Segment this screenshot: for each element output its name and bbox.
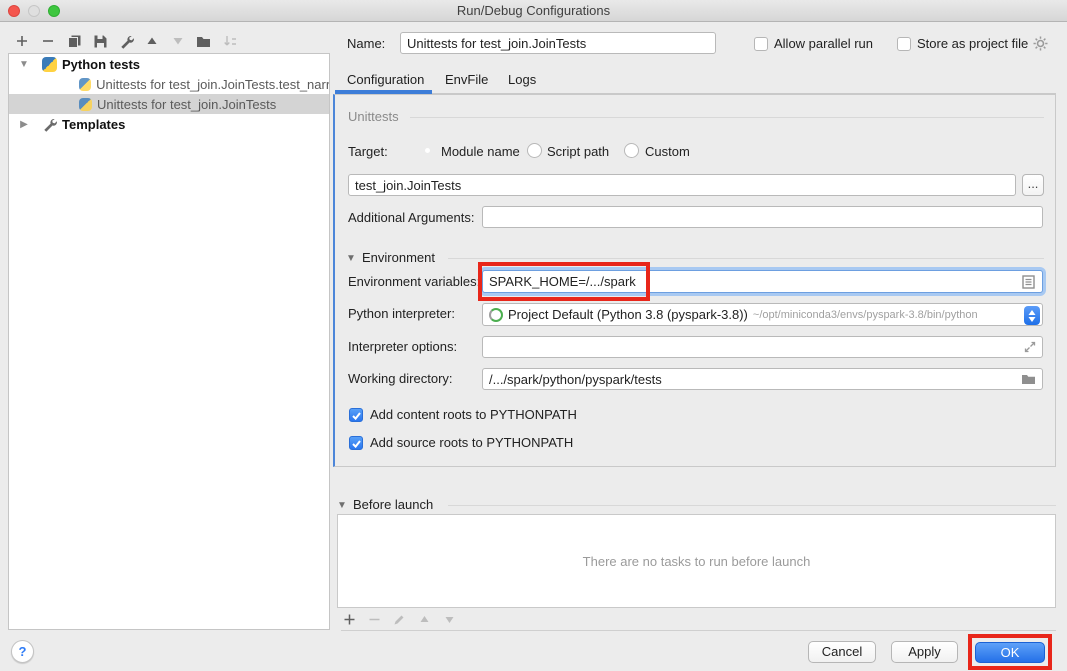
name-input[interactable] bbox=[400, 32, 716, 54]
templates-wrench-icon bbox=[42, 117, 57, 132]
python-tests-icon bbox=[42, 57, 57, 72]
sort-configurations-icon bbox=[222, 33, 238, 49]
expand-field-icon[interactable] bbox=[1024, 341, 1036, 353]
edit-variables-icon[interactable] bbox=[1022, 275, 1035, 289]
before-launch-collapse-icon[interactable]: ▼ bbox=[337, 500, 347, 511]
add-content-roots-label[interactable]: Add content roots to PYTHONPATH bbox=[370, 407, 577, 422]
save-configuration-icon[interactable] bbox=[92, 33, 108, 49]
tree-item-python-tests[interactable]: ▼ Python tests bbox=[9, 54, 329, 74]
additional-arguments-label: Additional Arguments: bbox=[348, 210, 474, 225]
target-label: Target: bbox=[348, 144, 388, 159]
empty-task-list-text: There are no tasks to run before launch bbox=[583, 554, 811, 569]
move-task-down-icon bbox=[441, 612, 457, 628]
environment-section-title: Environment bbox=[362, 250, 435, 265]
collapsed-arrow-icon[interactable]: ▶ bbox=[18, 119, 30, 130]
window-title: Run/Debug Configurations bbox=[0, 3, 1067, 18]
help-button[interactable]: ? bbox=[11, 640, 34, 663]
tab-logs[interactable]: Logs bbox=[508, 72, 536, 87]
python-interpreter-select[interactable]: Project Default (Python 3.8 (pyspark-3.8… bbox=[482, 303, 1043, 326]
python-test-icon bbox=[79, 78, 91, 91]
edit-task-icon bbox=[391, 612, 407, 628]
remove-icon[interactable] bbox=[40, 33, 56, 49]
section-separator bbox=[410, 117, 1044, 118]
environment-variables-input[interactable] bbox=[482, 270, 1043, 293]
radio-script-path-label[interactable]: Script path bbox=[547, 144, 609, 159]
store-as-project-file-label[interactable]: Store as project file bbox=[917, 36, 1028, 51]
move-up-icon[interactable] bbox=[144, 33, 160, 49]
conda-environment-icon bbox=[489, 308, 503, 322]
tree-item-templates[interactable]: ▶ Templates bbox=[9, 114, 329, 134]
add-source-roots-checkbox[interactable] bbox=[349, 436, 363, 450]
new-folder-icon[interactable] bbox=[196, 33, 212, 49]
environment-variables-label: Environment variables: bbox=[348, 274, 480, 289]
cancel-button[interactable]: Cancel bbox=[808, 641, 876, 663]
configurations-tree: ▼ Python tests Unittests for test_join.J… bbox=[8, 53, 330, 630]
add-source-roots-label[interactable]: Add source roots to PYTHONPATH bbox=[370, 435, 573, 450]
add-content-roots-checkbox[interactable] bbox=[349, 408, 363, 422]
radio-module-name-label[interactable]: Module name bbox=[441, 144, 520, 159]
apply-button[interactable]: Apply bbox=[891, 641, 958, 663]
move-down-icon bbox=[170, 33, 186, 49]
allow-parallel-run-checkbox[interactable] bbox=[754, 37, 768, 51]
environment-collapse-icon[interactable]: ▼ bbox=[346, 253, 356, 264]
radio-custom[interactable] bbox=[624, 143, 639, 158]
section-separator bbox=[448, 258, 1044, 259]
python-interpreter-label: Python interpreter: bbox=[348, 306, 455, 321]
allow-parallel-run-label[interactable]: Allow parallel run bbox=[774, 36, 873, 51]
interpreter-options-label: Interpreter options: bbox=[348, 339, 457, 354]
tree-item-unittests-test-narrow[interactable]: Unittests for test_join.JoinTests.test_n… bbox=[9, 74, 329, 94]
ok-button[interactable]: OK bbox=[975, 642, 1045, 663]
configurations-toolbar bbox=[14, 33, 238, 49]
combo-stepper-icon[interactable] bbox=[1024, 306, 1040, 325]
copy-configuration-icon[interactable] bbox=[66, 33, 82, 49]
tab-configuration[interactable]: Configuration bbox=[347, 72, 424, 87]
interpreter-options-input[interactable] bbox=[482, 336, 1043, 358]
python-interpreter-path: ~/opt/miniconda3/envs/pyspark-3.8/bin/py… bbox=[753, 309, 978, 321]
tree-item-label: Unittests for test_join.JoinTests bbox=[97, 97, 276, 112]
python-test-icon bbox=[79, 98, 92, 111]
radio-script-path[interactable] bbox=[527, 143, 542, 158]
expanded-arrow-icon[interactable]: ▼ bbox=[18, 59, 30, 70]
module-name-input[interactable] bbox=[348, 174, 1016, 196]
python-interpreter-value: Project Default (Python 3.8 (pyspark-3.8… bbox=[508, 307, 748, 322]
title-bar: Run/Debug Configurations bbox=[0, 0, 1067, 22]
tree-item-unittests-jointests-selected[interactable]: Unittests for test_join.JoinTests bbox=[9, 94, 329, 114]
before-launch-section-title: Before launch bbox=[353, 497, 433, 512]
name-label: Name: bbox=[347, 36, 385, 51]
store-as-project-file-checkbox[interactable] bbox=[897, 37, 911, 51]
tab-envfile[interactable]: EnvFile bbox=[445, 72, 488, 87]
gear-icon[interactable] bbox=[1032, 35, 1049, 52]
working-directory-label: Working directory: bbox=[348, 371, 453, 386]
before-launch-task-list[interactable]: There are no tasks to run before launch bbox=[337, 514, 1056, 608]
folder-icon[interactable] bbox=[1021, 373, 1036, 385]
edit-templates-icon[interactable] bbox=[118, 33, 134, 49]
additional-arguments-input[interactable] bbox=[482, 206, 1043, 228]
move-task-up-icon bbox=[416, 612, 432, 628]
tree-item-label: Templates bbox=[62, 117, 125, 132]
browse-button[interactable]: ... bbox=[1022, 174, 1044, 196]
before-launch-toolbar bbox=[341, 611, 1056, 631]
add-task-icon[interactable] bbox=[341, 612, 357, 628]
add-icon[interactable] bbox=[14, 33, 30, 49]
tree-item-label: Unittests for test_join.JoinTests.test_n… bbox=[96, 77, 329, 92]
working-directory-input[interactable] bbox=[482, 368, 1043, 390]
unittests-section-title: Unittests bbox=[348, 109, 399, 124]
remove-task-icon bbox=[366, 612, 382, 628]
tree-item-label: Python tests bbox=[62, 57, 140, 72]
radio-custom-label[interactable]: Custom bbox=[645, 144, 690, 159]
section-separator bbox=[448, 505, 1056, 506]
